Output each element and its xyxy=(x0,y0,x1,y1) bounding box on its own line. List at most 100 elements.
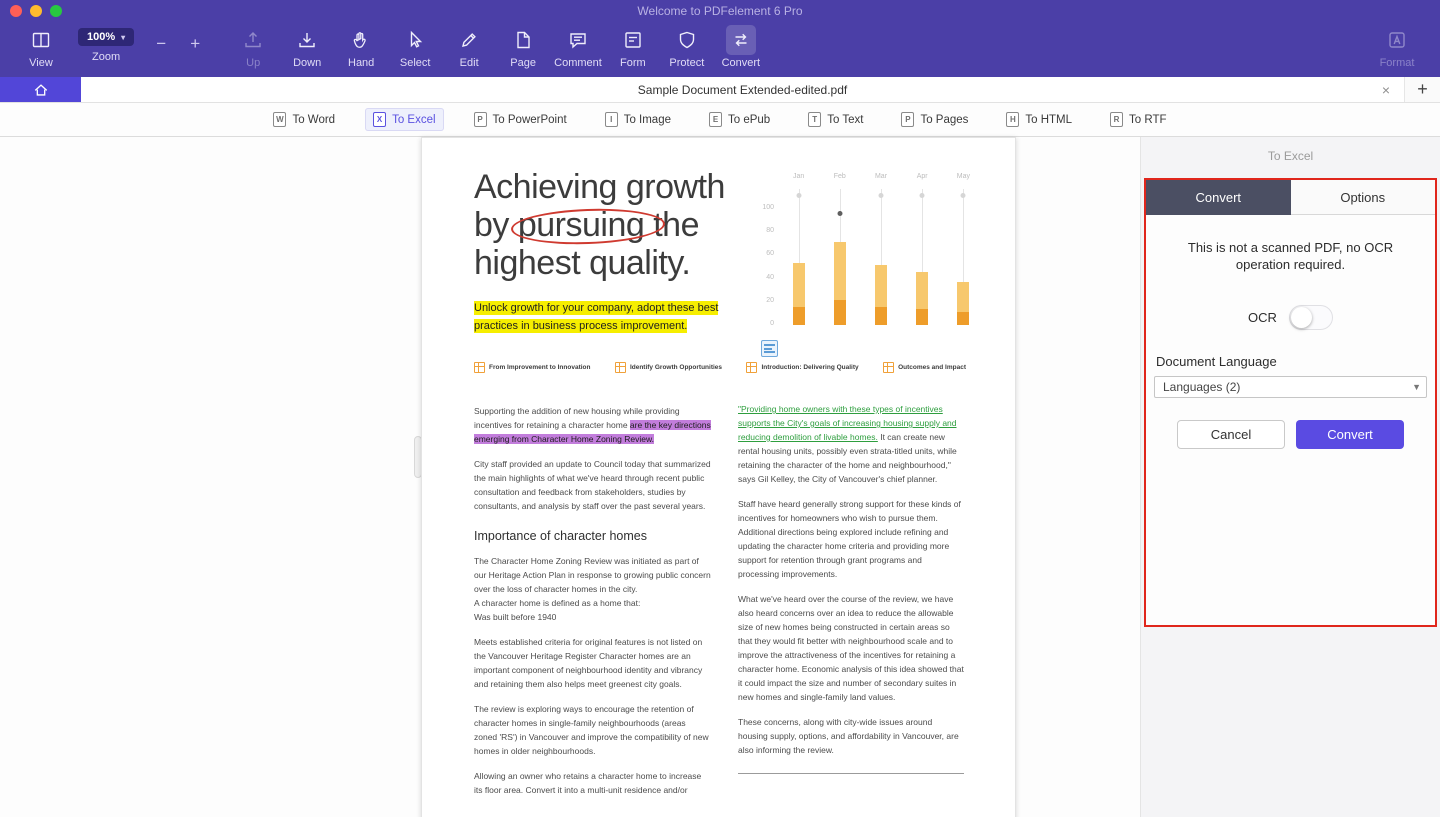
paragraph: Staff have heard generally strong suppor… xyxy=(738,497,964,581)
page-icon xyxy=(508,25,538,55)
paragraph: What we've heard over the course of the … xyxy=(738,592,964,704)
paragraph: City staff provided an update to Council… xyxy=(474,457,711,513)
view-icon xyxy=(26,25,56,55)
convert-to-html[interactable]: H To HTML xyxy=(998,108,1080,131)
close-tab-icon[interactable]: × xyxy=(1382,77,1390,102)
convert-button[interactable]: Convert xyxy=(718,25,764,69)
paragraph: Allowing an owner who retains a characte… xyxy=(474,769,711,797)
feature-row: From Improvement to Innovation Identify … xyxy=(474,362,966,373)
feature-item: Outcomes and Impact xyxy=(883,362,966,373)
word-file-icon: W xyxy=(273,112,286,127)
form-button[interactable]: Form xyxy=(610,25,656,69)
home-icon xyxy=(32,81,50,99)
document-tab[interactable]: Sample Document Extended-edited.pdf × xyxy=(81,77,1404,102)
format-icon xyxy=(1382,25,1412,55)
convert-to-rtf[interactable]: R To RTF xyxy=(1102,108,1175,131)
hand-tool-button[interactable]: Hand xyxy=(338,25,384,69)
page-up-button[interactable]: Up xyxy=(230,25,276,69)
grid-icon xyxy=(883,362,894,373)
paragraph: Meets established criteria for original … xyxy=(474,635,711,691)
convert-confirm-button[interactable]: Convert xyxy=(1296,420,1404,449)
chart-column: May xyxy=(943,173,984,345)
comment-button[interactable]: Comment xyxy=(554,25,602,69)
chart-y-axis: 100806040200 xyxy=(752,173,778,345)
convert-to-excel[interactable]: X To Excel xyxy=(365,108,443,131)
new-tab-button[interactable]: + xyxy=(1404,77,1440,102)
convert-to-pages[interactable]: P To Pages xyxy=(893,108,976,131)
zoom-in-button[interactable]: + xyxy=(184,34,206,54)
page-down-button[interactable]: Down xyxy=(284,25,330,69)
convert-to-epub[interactable]: E To ePub xyxy=(701,108,778,131)
section-heading: Importance of character homes xyxy=(474,529,711,543)
panel-title: To Excel xyxy=(1141,149,1440,163)
view-button[interactable]: View xyxy=(18,25,64,69)
edit-button[interactable]: Edit xyxy=(446,25,492,69)
convert-to-image[interactable]: I To Image xyxy=(597,108,679,131)
zoom-window-button[interactable] xyxy=(50,5,62,17)
ocr-message: This is not a scanned PDF, no OCR operat… xyxy=(1170,239,1412,273)
language-select[interactable]: Languages (2) ▼ xyxy=(1154,376,1427,398)
pdfelement-window: Welcome to PDFelement 6 Pro View 100% ▾ … xyxy=(0,0,1440,817)
convert-to-powerpoint[interactable]: P To PowerPoint xyxy=(466,108,575,131)
tab-convert[interactable]: Convert xyxy=(1146,180,1291,215)
traffic-lights xyxy=(10,5,62,17)
hand-icon xyxy=(346,25,376,55)
protect-button[interactable]: Protect xyxy=(664,25,710,69)
paragraph: The review is exploring ways to encourag… xyxy=(474,702,711,758)
arrow-down-tray-icon xyxy=(292,25,322,55)
chart-column: Feb xyxy=(819,173,860,345)
home-button[interactable] xyxy=(0,77,81,102)
convert-to-word[interactable]: W To Word xyxy=(265,108,343,131)
toggle-knob xyxy=(1291,307,1312,328)
select-tool-button[interactable]: Select xyxy=(392,25,438,69)
pdf-page[interactable]: Achieving growth by pursuing the highest… xyxy=(421,137,1016,817)
paragraph: A character home is defined as a home th… xyxy=(474,596,711,610)
text-file-icon: T xyxy=(808,112,821,127)
form-icon xyxy=(618,25,648,55)
excel-file-icon: X xyxy=(373,112,386,127)
ocr-row: OCR xyxy=(1146,305,1435,330)
main-toolbar: View 100% ▾ Zoom − + Up xyxy=(0,22,1440,69)
convert-panel: To Excel Convert Options This is not a s… xyxy=(1140,137,1440,817)
document-canvas: Achieving growth by pursuing the highest… xyxy=(0,137,1440,817)
convert-arrows-icon xyxy=(726,25,756,55)
convert-format-bar: W To Word X To Excel P To PowerPoint I T… xyxy=(0,103,1440,137)
document-tab-title: Sample Document Extended-edited.pdf xyxy=(638,83,847,97)
zoom-dropdown[interactable]: 100% ▾ xyxy=(78,28,134,46)
paragraph: "Providing home owners with these types … xyxy=(738,402,964,486)
feature-item: Identify Growth Opportunities xyxy=(615,362,722,373)
paragraph: The Character Home Zoning Review was ini… xyxy=(474,554,711,596)
close-window-button[interactable] xyxy=(10,5,22,17)
zoom-control: 100% ▾ Zoom xyxy=(78,28,134,63)
mini-chart-axis: 100806040200 xyxy=(762,204,774,327)
tab-options[interactable]: Options xyxy=(1291,180,1436,215)
convert-to-text[interactable]: T To Text xyxy=(800,108,871,131)
pencil-icon xyxy=(454,25,484,55)
note-annotation-icon[interactable] xyxy=(761,340,778,357)
shield-icon xyxy=(672,25,702,55)
yellow-highlight-text: Unlock growth for your company, adopt th… xyxy=(474,299,746,335)
cancel-button[interactable]: Cancel xyxy=(1177,420,1285,449)
convert-dialog: Convert Options This is not a scanned PD… xyxy=(1144,178,1437,627)
mini-chart-plot: JanFebMarAprMay xyxy=(778,173,984,345)
cursor-icon xyxy=(400,25,430,55)
powerpoint-file-icon: P xyxy=(474,112,487,127)
speech-bubble-icon xyxy=(563,25,593,55)
grid-icon xyxy=(615,362,626,373)
minimize-window-button[interactable] xyxy=(30,5,42,17)
chevron-down-icon: ▼ xyxy=(1412,382,1421,392)
divider xyxy=(738,773,964,774)
feature-item: From Improvement to Innovation xyxy=(474,362,590,373)
document-language-label: Document Language xyxy=(1156,354,1435,369)
ocr-toggle[interactable] xyxy=(1289,305,1333,330)
paragraph: These concerns, along with city-wide iss… xyxy=(738,715,964,757)
chart-column: Apr xyxy=(902,173,943,345)
image-file-icon: I xyxy=(605,112,618,127)
chart-column: Mar xyxy=(860,173,901,345)
document-heading: Achieving growth by pursuing the highest… xyxy=(474,168,764,282)
format-button[interactable]: Format xyxy=(1374,25,1420,69)
page-button[interactable]: Page xyxy=(500,25,546,69)
html-file-icon: H xyxy=(1006,112,1019,127)
ocr-label: OCR xyxy=(1248,310,1277,325)
zoom-out-button[interactable]: − xyxy=(150,34,172,54)
